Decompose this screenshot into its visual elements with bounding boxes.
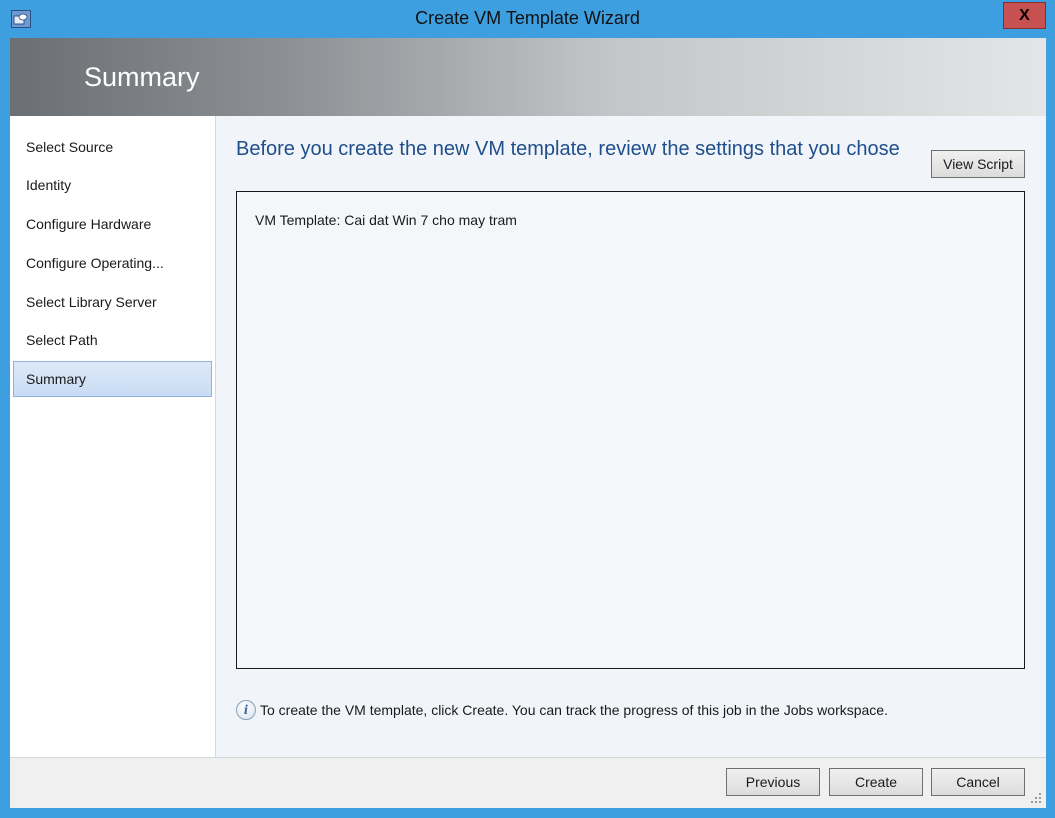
wizard-window: Create VM Template Wizard X Summary Sele… xyxy=(0,0,1055,818)
summary-key: VM Template: xyxy=(255,212,341,228)
info-text: To create the VM template, click Create.… xyxy=(260,702,888,718)
summary-settings-box[interactable]: VM Template: Cai dat Win 7 cho may tram xyxy=(236,191,1025,669)
summary-content: Before you create the new VM template, r… xyxy=(216,116,1046,757)
summary-value: Cai dat Win 7 cho may tram xyxy=(344,212,517,228)
nav-item-configure-hardware[interactable]: Configure Hardware xyxy=(13,206,212,242)
title-bar[interactable]: Create VM Template Wizard X xyxy=(0,0,1055,38)
info-icon: i xyxy=(236,700,256,720)
nav-item-configure-operating-system[interactable]: Configure Operating... xyxy=(13,245,212,281)
page-header: Summary xyxy=(10,38,1046,116)
resize-grip-icon[interactable] xyxy=(1028,790,1042,804)
section-heading: Before you create the new VM template, r… xyxy=(236,138,900,160)
nav-item-select-source[interactable]: Select Source xyxy=(13,129,212,165)
create-button[interactable]: Create xyxy=(829,768,923,796)
page-title: Summary xyxy=(84,62,200,92)
cancel-button[interactable]: Cancel xyxy=(931,768,1025,796)
wizard-steps-nav: Select Source Identity Configure Hardwar… xyxy=(10,116,216,757)
nav-item-select-path[interactable]: Select Path xyxy=(13,322,212,358)
view-script-button[interactable]: View Script xyxy=(931,150,1025,178)
previous-button[interactable]: Previous xyxy=(726,768,820,796)
wizard-body: Select Source Identity Configure Hardwar… xyxy=(10,116,1046,757)
close-button[interactable]: X xyxy=(1003,2,1046,29)
nav-item-summary[interactable]: Summary xyxy=(13,361,212,397)
nav-item-select-library-server[interactable]: Select Library Server xyxy=(13,284,212,320)
summary-row-vm-template: VM Template: Cai dat Win 7 cho may tram xyxy=(255,212,517,228)
window-title: Create VM Template Wizard xyxy=(415,8,640,28)
nav-item-identity[interactable]: Identity xyxy=(13,167,212,203)
info-message: i To create the VM template, click Create… xyxy=(236,700,888,722)
wizard-footer: Previous Create Cancel xyxy=(10,757,1046,808)
